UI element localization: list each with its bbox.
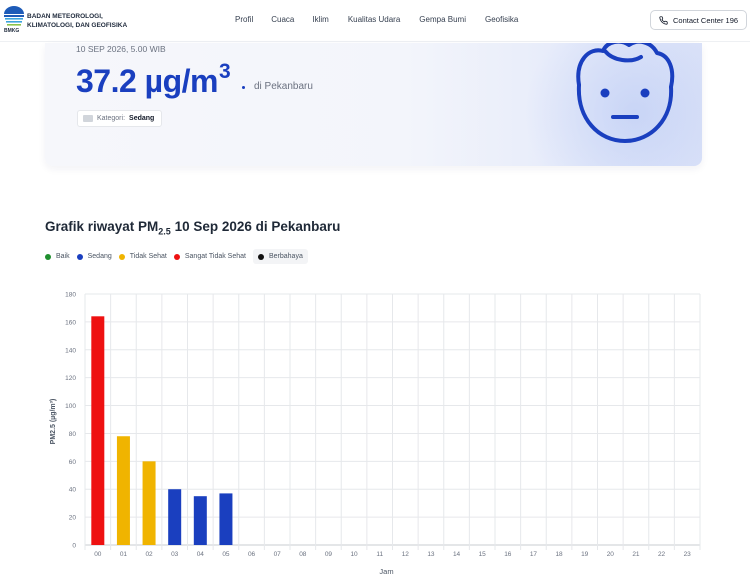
bar-hour-03: [168, 489, 182, 545]
legend-dot-tidak-sehat: [118, 253, 125, 260]
x-tick-label: 02: [145, 551, 153, 558]
y-axis-label: PM2.5 (µg/m³): [50, 399, 57, 445]
x-tick-label: 21: [632, 551, 640, 558]
y-tick-label: 100: [65, 403, 76, 410]
y-tick-label: 20: [69, 515, 77, 522]
x-tick-label: 13: [427, 551, 435, 558]
legend-item-sedang[interactable]: Sedang: [76, 249, 117, 264]
brand-line-1: BADAN METEOROLOGI,: [27, 13, 103, 20]
legend-label: Baik: [56, 253, 70, 260]
chart-title-sub: 2.5: [158, 226, 171, 237]
chart-legend: Baik Sedang Tidak Sehat Sangat Tidak Seh…: [45, 249, 310, 264]
x-tick-label: 23: [684, 551, 692, 558]
legend-label: Sedang: [87, 253, 112, 260]
current-aqi-card: 10 SEP 2026, 5.00 WIB 37.2 µg/m3 di Peka…: [45, 43, 702, 166]
timestamp: 10 SEP 2026, 5.00 WIB: [76, 44, 166, 54]
legend-item-berbahaya[interactable]: Berbahaya: [252, 249, 308, 264]
menu-kualitas-udara[interactable]: Kualitas Udara: [348, 15, 400, 24]
pm25-value-text: 37.2 µg/m: [76, 63, 219, 99]
x-tick-label: 01: [120, 551, 128, 558]
x-tick-label: 08: [299, 551, 307, 558]
y-tick-label: 180: [65, 292, 76, 299]
y-tick-label: 0: [72, 543, 76, 550]
pm25-value: 37.2 µg/m3: [76, 60, 231, 100]
y-tick-label: 40: [69, 487, 77, 494]
chart-title-prefix: Grafik riwayat PM: [45, 219, 159, 234]
x-tick-label: 00: [94, 551, 102, 558]
y-tick-label: 80: [69, 431, 77, 438]
legend-dot-baik: [45, 253, 51, 260]
pm25-history-chart: 0 20 40 60 80 100 120 140 160 180 00 01 02 03 04 05 06 07…: [50, 292, 701, 576]
main-menu: Profil Cuaca Iklim Kualitas Udara Gempa …: [235, 15, 518, 24]
contact-center-button[interactable]: Contact Center 196: [650, 10, 747, 30]
menu-gempa-bumi[interactable]: Gempa Bumi: [419, 15, 466, 24]
bar-hour-05: [219, 493, 233, 545]
x-tick-label: 14: [453, 551, 461, 558]
chart-title: Grafik riwayat PM2.5 10 Sep 2026 di Peka…: [45, 219, 340, 237]
bar-hour-01: [116, 436, 130, 545]
bar-hour-04: [193, 496, 207, 545]
x-tick-label: 06: [248, 551, 256, 558]
x-tick-label: 19: [581, 551, 589, 558]
x-tick-label: 15: [479, 551, 487, 558]
category-label: Kategori:: [97, 115, 126, 122]
logo-text: BMKG: [4, 28, 20, 34]
contact-label: Contact Center 196: [673, 15, 739, 25]
menu-iklim[interactable]: Iklim: [312, 15, 328, 24]
legend-label: Berbahaya: [268, 253, 303, 260]
x-tick-label: 20: [607, 551, 615, 558]
legend-dot-sangat-tidak-sehat: [173, 253, 180, 260]
navbar: BMKG BADAN METEOROLOGI, KLIMATOLOGI, DAN…: [0, 0, 750, 42]
legend-item-baik[interactable]: Baik: [45, 249, 75, 264]
x-tick-label: 05: [222, 551, 230, 558]
pm25-unit-sup: 3: [219, 60, 231, 83]
category-badge: Kategori: Sedang: [77, 110, 163, 127]
legend-label: Tidak Sehat: [129, 253, 167, 260]
separator-dot: [242, 86, 245, 89]
brand-line-2: KLIMATOLOGI, DAN GEOFISIKA: [27, 22, 128, 29]
bar-hour-00: [91, 316, 105, 545]
y-tick-label: 140: [65, 347, 76, 354]
x-tick-label: 22: [658, 551, 666, 558]
legend-item-tidak-sehat[interactable]: Tidak Sehat: [118, 249, 172, 264]
x-tick-label: 16: [504, 551, 512, 558]
x-tick-label: 12: [402, 551, 410, 558]
y-tick-label: 60: [69, 459, 77, 466]
x-axis-label: Jam: [379, 567, 393, 576]
x-tick-label: 18: [555, 551, 563, 558]
phone-icon: [659, 15, 668, 25]
chart-title-suffix: 10 Sep 2026 di Pekanbaru: [170, 219, 341, 234]
x-tick-label: 09: [325, 551, 333, 558]
menu-profil[interactable]: Profil: [235, 15, 253, 24]
x-tick-label: 11: [376, 551, 383, 558]
x-tick-label: 03: [171, 551, 179, 558]
location: di Pekanbaru: [254, 81, 313, 92]
legend-dot-sedang: [76, 253, 83, 260]
y-tick-label: 160: [65, 319, 76, 326]
x-tick-label: 10: [350, 551, 358, 558]
bar-hour-02: [142, 461, 156, 545]
legend-label: Sangat Tidak Sehat: [184, 253, 246, 260]
x-tick-label: 17: [530, 551, 538, 558]
legend-dot-berbahaya: [257, 253, 264, 260]
y-tick-label: 120: [65, 375, 76, 382]
x-tick-label: 04: [197, 551, 205, 558]
legend-item-sangat-tidak-sehat[interactable]: Sangat Tidak Sehat: [173, 249, 251, 264]
category-icon: [83, 115, 93, 122]
brand-name: BADAN METEOROLOGI, KLIMATOLOGI, DAN GEOF…: [27, 12, 127, 30]
menu-geofisika[interactable]: Geofisika: [485, 15, 518, 24]
x-tick-label: 07: [274, 551, 282, 558]
menu-cuaca[interactable]: Cuaca: [271, 15, 294, 24]
neutral-face-icon: [576, 43, 675, 143]
category-value: Sedang: [129, 115, 155, 122]
